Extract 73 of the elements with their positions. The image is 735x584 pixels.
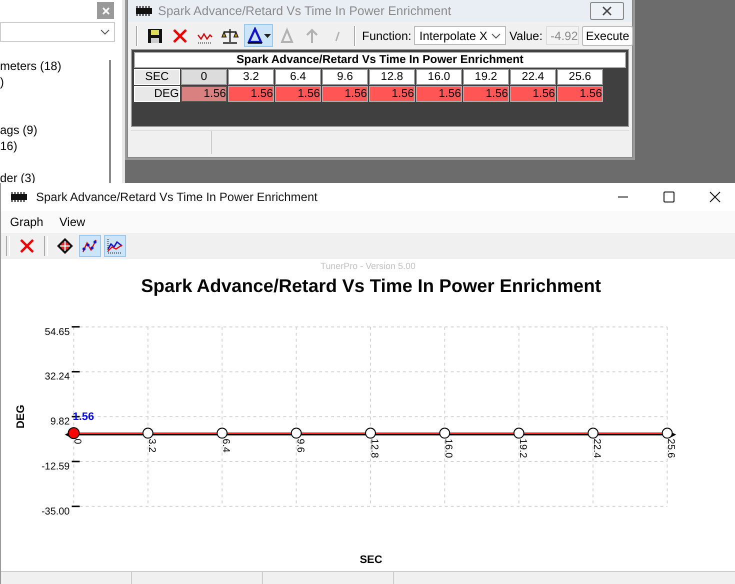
axis-tick-label: 54.65 — [44, 326, 70, 338]
value-label: Value: — [509, 28, 543, 42]
column-header: 12.8 — [369, 69, 415, 85]
axis-tick-label: 0 — [72, 438, 83, 444]
table-cell[interactable]: 1.56 — [322, 86, 368, 102]
close-icon — [102, 6, 110, 14]
table-cell[interactable]: 1.56 — [228, 86, 274, 102]
axis-tick-label: 9.6 — [294, 438, 306, 452]
table-cell[interactable]: 1.56 — [557, 86, 603, 102]
function-label: Function: — [362, 28, 412, 42]
tree-item[interactable]: ) — [0, 74, 62, 90]
tree-item[interactable]: meters (18) — [0, 58, 62, 74]
window-title: Spark Advance/Retard Vs Time In Power Enrichment — [36, 190, 318, 204]
column-header: 3.2 — [228, 69, 274, 85]
table-title: Spark Advance/Retard Vs Time In Power Enrichment — [134, 52, 626, 68]
chevron-down-icon — [491, 32, 502, 38]
maximize-icon[interactable] — [663, 190, 675, 203]
data-label: 1.56 — [72, 411, 94, 423]
data-point[interactable] — [68, 426, 80, 439]
axis-label: SEC — [134, 69, 180, 85]
chart-title: Spark Advance/Retard Vs Time In Power Enrichment — [140, 274, 602, 296]
data-point[interactable] — [290, 427, 302, 438]
data-point[interactable] — [142, 427, 154, 438]
table-cell[interactable]: 1.56 — [463, 86, 509, 102]
table-cell[interactable]: 1.56 — [369, 86, 415, 102]
column-header: 9.6 — [322, 69, 368, 85]
close-button[interactable] — [590, 2, 624, 20]
data-point[interactable] — [216, 427, 228, 438]
axis-tick-label: 32.24 — [44, 372, 70, 382]
table-cell[interactable]: 1.56 — [510, 86, 556, 102]
data-point[interactable] — [365, 427, 376, 438]
table-cell[interactable]: 1.56 — [416, 86, 462, 102]
chip-icon — [136, 6, 152, 16]
column-header: 16.0 — [416, 69, 462, 85]
column-header: 25.6 — [557, 69, 603, 85]
axis-tick-label: 6.4 — [220, 438, 232, 452]
chip-icon — [11, 192, 27, 202]
menu-item[interactable]: Graph — [10, 214, 44, 229]
execute-button[interactable]: Execute — [582, 26, 634, 46]
axis-title: SEC — [360, 554, 382, 566]
column-header: 0 — [181, 69, 227, 85]
dropdown-field[interactable] — [0, 22, 115, 42]
function-dropdown[interactable]: Interpolate X — [414, 26, 506, 45]
row-header: DEG — [134, 86, 180, 102]
menu-item[interactable]: View — [59, 214, 86, 229]
chevron-down-icon — [100, 29, 110, 35]
column-header: 22.4 — [510, 69, 556, 85]
close-icon — [601, 6, 613, 16]
data-point[interactable] — [662, 427, 673, 438]
data-point[interactable] — [513, 427, 524, 438]
axis-title: DEG — [14, 404, 27, 428]
axis-tick-label: 22.4 — [591, 438, 602, 458]
column-header: 6.4 — [275, 69, 321, 85]
axis-tick-label: 3.2 — [146, 438, 157, 452]
close-icon[interactable] — [709, 190, 721, 203]
axis-tick-label: 12.8 — [368, 438, 380, 458]
data-point[interactable] — [588, 427, 599, 438]
axis-tick-label: 9.82 — [50, 416, 70, 428]
axis-tick-label: -35.00 — [41, 506, 70, 518]
scatter-icon[interactable] — [79, 234, 101, 257]
line-chart-icon[interactable] — [104, 234, 126, 257]
watermark-text: TunerPro - Version 5.00 — [320, 260, 416, 271]
window-title: Spark Advance/Retard Vs Time In Power Enrichment — [158, 4, 452, 18]
column-header: 19.2 — [463, 69, 509, 85]
tree-item[interactable]: 16) — [0, 138, 62, 154]
data-point[interactable] — [439, 427, 450, 438]
axis-tick-label: 25.6 — [665, 438, 676, 458]
axis-tick-label: -12.59 — [41, 461, 70, 472]
axis-tick-label: 19.2 — [516, 438, 528, 458]
tree-item[interactable]: ags (9) — [0, 122, 62, 138]
axis-tick-label: 16.0 — [442, 438, 454, 458]
table-cell[interactable]: 1.56 — [181, 86, 227, 102]
table-cell[interactable]: 1.56 — [275, 86, 321, 102]
